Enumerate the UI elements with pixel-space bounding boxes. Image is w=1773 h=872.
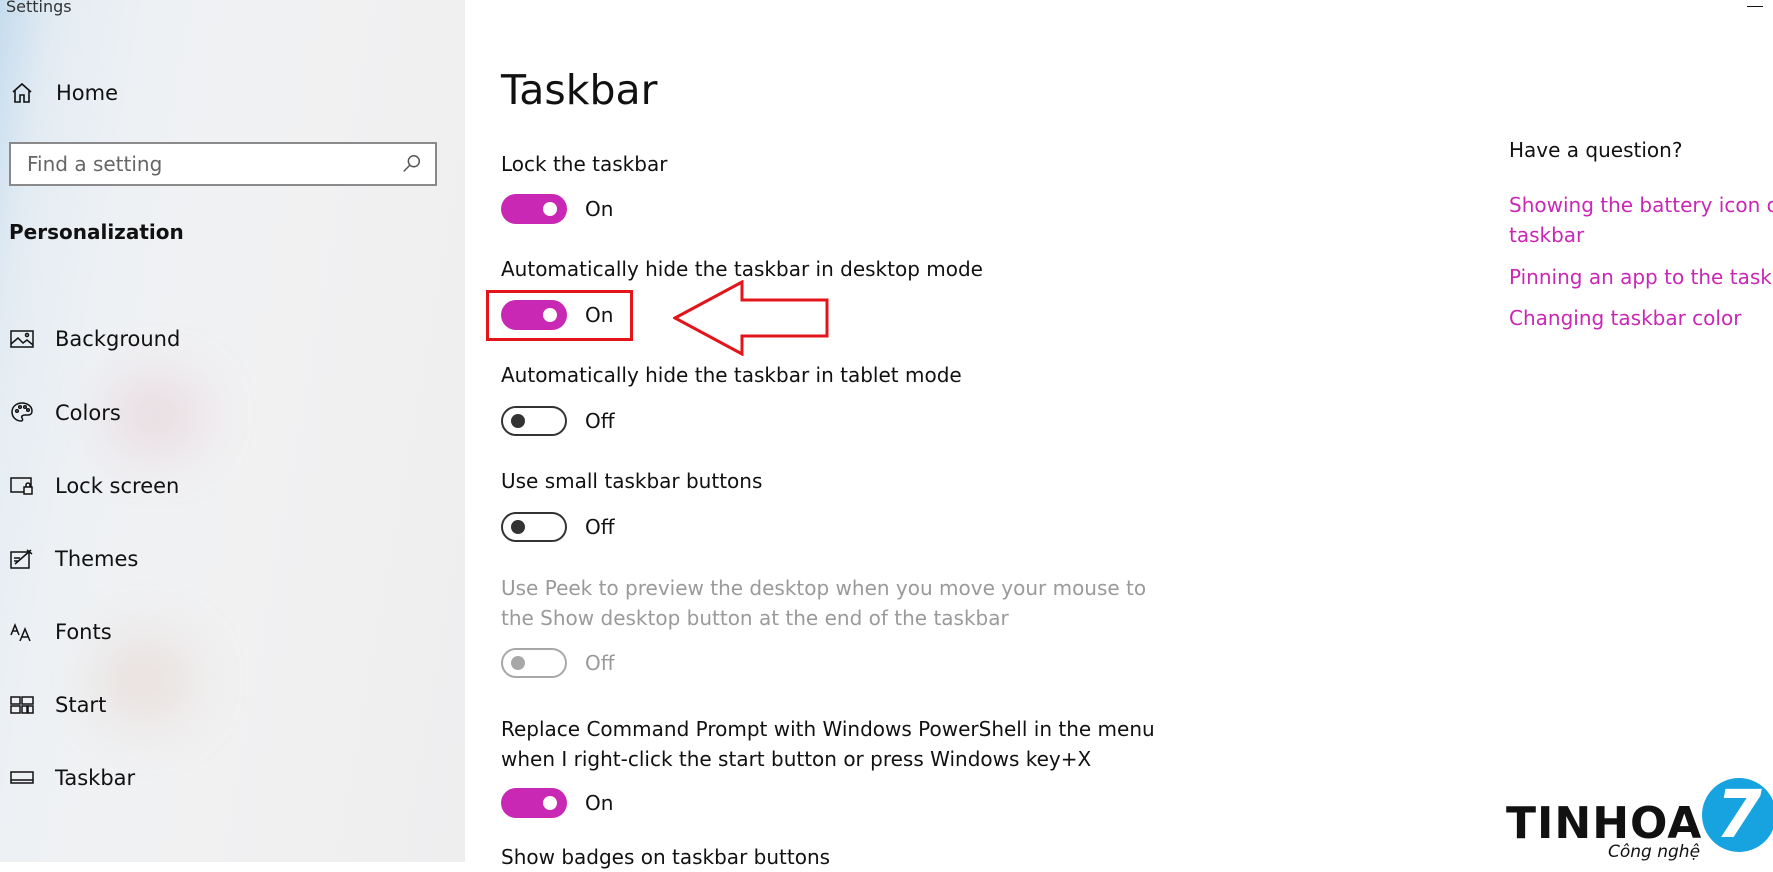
lock-screen-icon	[9, 473, 35, 499]
sidebar-item-label: Themes	[55, 547, 139, 571]
sidebar-item-background[interactable]: Background	[9, 322, 180, 356]
toggle-knob	[511, 414, 525, 428]
toggle-knob	[511, 656, 525, 670]
sidebar-item-label: Background	[55, 327, 181, 351]
home-nav-item[interactable]: Home	[10, 78, 118, 108]
setting-label-autohide-tablet: Automatically hide the taskbar in tablet…	[501, 363, 962, 387]
themes-icon	[9, 546, 35, 572]
home-icon	[12, 82, 32, 103]
setting-label-line: Replace Command Prompt with Windows Powe…	[501, 717, 1155, 741]
home-label: Home	[56, 81, 119, 105]
setting-label-peek: Use Peek to preview the desktop when you…	[501, 573, 1201, 633]
sidebar-item-label: Fonts	[55, 620, 112, 644]
setting-label-line: the Show desktop button at the end of th…	[501, 606, 1009, 630]
search-icon[interactable]	[401, 153, 423, 175]
sidebar-item-label: Start	[55, 693, 107, 717]
toggle-state-label: Off	[585, 515, 615, 539]
background-blur-blob	[100, 640, 190, 720]
toggle-autohide-tablet[interactable]: Off	[501, 406, 615, 436]
palette-icon	[9, 400, 35, 426]
toggle-state-label: Off	[585, 409, 615, 433]
picture-icon	[9, 326, 35, 352]
help-title: Have a question?	[1509, 138, 1683, 162]
sidebar-item-themes[interactable]: Themes	[9, 542, 138, 576]
start-icon	[9, 692, 35, 718]
toggle-peek: Off	[501, 648, 615, 678]
main-content: Taskbar Lock the taskbar On Automaticall…	[465, 0, 1773, 869]
setting-label-small-buttons: Use small taskbar buttons	[501, 469, 763, 493]
help-link-taskbar-color[interactable]: Changing taskbar color	[1509, 303, 1773, 333]
search-input[interactable]	[11, 151, 401, 177]
logo-badge: 7	[1702, 778, 1773, 852]
sidebar-item-label: Colors	[55, 401, 121, 425]
help-link-line: Showing the battery icon o	[1509, 193, 1773, 217]
setting-label-autohide-desktop: Automatically hide the taskbar in deskto…	[501, 257, 983, 281]
sidebar-item-start[interactable]: Start	[9, 688, 106, 722]
window-title: Settings	[6, 0, 72, 16]
toggle-knob	[543, 796, 557, 810]
help-link-battery-icon[interactable]: Showing the battery icon o taskbar	[1509, 190, 1773, 250]
toggle-knob	[511, 520, 525, 534]
toggle-lock-taskbar[interactable]: On	[501, 194, 613, 224]
annotation-highlight-box	[486, 290, 633, 341]
search-box[interactable]	[9, 142, 437, 186]
toggle-powershell[interactable]: On	[501, 788, 613, 818]
toggle-switch[interactable]	[501, 512, 567, 542]
sidebar-item-lock-screen[interactable]: Lock screen	[9, 469, 179, 503]
sidebar-item-colors[interactable]: Colors	[9, 396, 121, 430]
watermark-logo: TINHOA Công nghệ 7	[1506, 778, 1773, 862]
toggle-switch[interactable]	[501, 788, 567, 818]
page-title: Taskbar	[501, 66, 658, 114]
toggle-knob	[543, 202, 557, 216]
toggle-switch	[501, 648, 567, 678]
toggle-state-label: On	[585, 197, 614, 221]
sidebar-item-label: Taskbar	[55, 766, 136, 790]
section-title-personalization: Personalization	[9, 220, 184, 244]
toggle-small-buttons[interactable]: Off	[501, 512, 615, 542]
setting-label-line: when I right-click the start button or p…	[501, 747, 1092, 771]
toggle-switch[interactable]	[501, 194, 567, 224]
taskbar-icon	[9, 765, 35, 791]
background-blur-blob	[110, 380, 200, 450]
setting-label-powershell: Replace Command Prompt with Windows Powe…	[501, 714, 1201, 774]
fonts-icon	[9, 619, 35, 645]
setting-label-badges: Show badges on taskbar buttons	[501, 845, 831, 869]
toggle-switch[interactable]	[501, 406, 567, 436]
sidebar: Settings Home Personalization Background…	[0, 0, 465, 862]
toggle-state-label: On	[585, 791, 614, 815]
sidebar-item-fonts[interactable]: Fonts	[9, 615, 112, 649]
toggle-state-label: Off	[585, 651, 615, 675]
help-link-line: taskbar	[1509, 223, 1585, 247]
annotation-arrow-icon	[673, 280, 829, 356]
help-link-pinning-app[interactable]: Pinning an app to the taskb	[1509, 262, 1773, 292]
sidebar-item-taskbar[interactable]: Taskbar	[9, 761, 135, 795]
setting-label-line: Use Peek to preview the desktop when you…	[501, 576, 1147, 600]
setting-label-lock-taskbar: Lock the taskbar	[501, 152, 668, 176]
minimize-button[interactable]	[1747, 6, 1763, 7]
logo-sub-text: Công nghệ	[1608, 842, 1701, 862]
sidebar-item-label: Lock screen	[55, 474, 180, 498]
